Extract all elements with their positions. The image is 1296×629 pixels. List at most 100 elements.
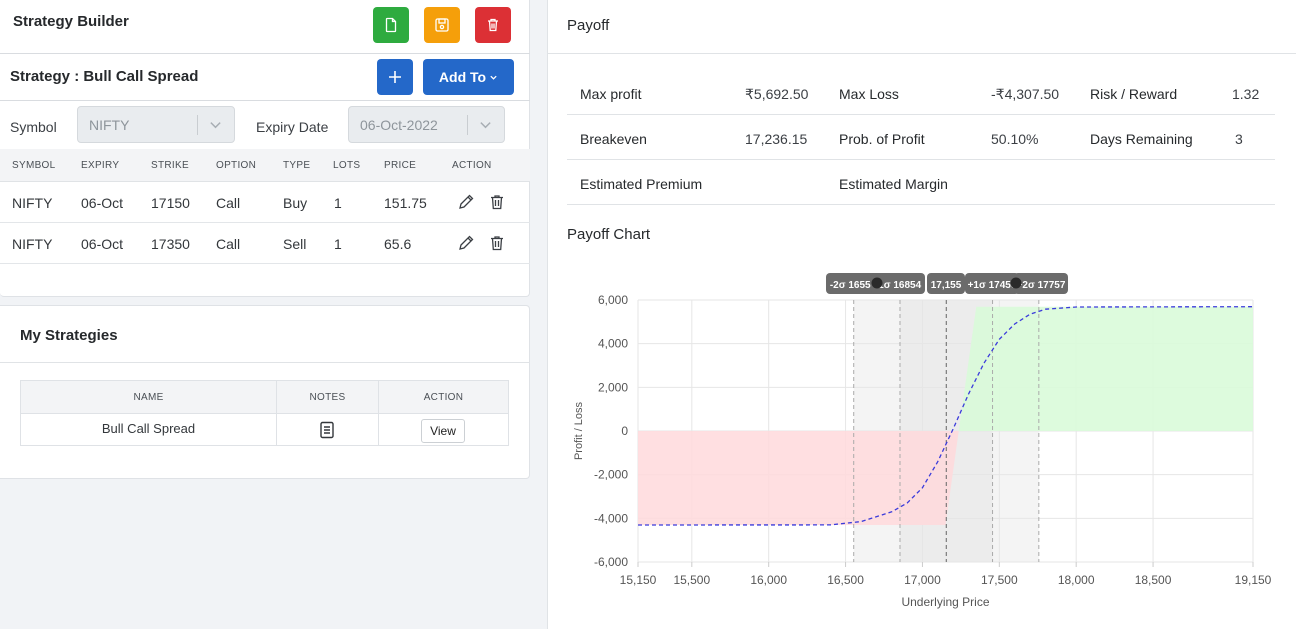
col-expiry: EXPIRY [81, 160, 120, 171]
new-strategy-button[interactable] [373, 7, 409, 43]
sigma-label: 17,155 [931, 280, 962, 291]
cell-lots: 1 [334, 236, 342, 252]
prob-profit-value: 50.10% [991, 131, 1039, 147]
cell-symbol: NIFTY [12, 195, 53, 211]
y-tick-label: -4,000 [594, 511, 628, 525]
loss-area [638, 431, 959, 526]
view-strategy-button[interactable]: View [421, 419, 465, 443]
stat-row: Estimated Premium Estimated Margin [567, 160, 1275, 205]
my-strategies-header: NAME NOTES ACTION [21, 381, 508, 414]
strategy-builder-title: Strategy Builder [13, 13, 129, 30]
x-tick-label: 17,500 [981, 573, 1018, 587]
table-row: NIFTY 06-Oct 17150 Call Buy 1 151.75 [0, 182, 530, 223]
add-to-button[interactable]: Add To [423, 59, 514, 95]
estimated-premium-label: Estimated Premium [580, 176, 703, 192]
y-tick-label: 0 [621, 424, 628, 438]
expiry-select[interactable]: 06-Oct-2022 [348, 106, 505, 143]
expiry-label: Expiry Date [256, 119, 329, 135]
days-remaining-value: 3 [1235, 131, 1243, 147]
breakeven-value: 17,236.15 [745, 131, 808, 147]
x-tick-label: 19,150 [1235, 573, 1272, 587]
chevron-down-icon [210, 122, 221, 129]
symbol-label: Symbol [10, 119, 57, 135]
my-strategies-table: NAME NOTES ACTION Bull Call Spread View [20, 380, 509, 446]
max-loss-label: Max Loss [839, 86, 899, 102]
chevron-down-icon [490, 75, 497, 80]
cell-price: 151.75 [384, 195, 427, 211]
strategy-builder-card: Strategy Builder Strategy : Bull Call Sp… [0, 0, 530, 297]
payoff-panel: Payoff Max profit ₹5,692.50 Max Loss -₹4… [547, 0, 1296, 629]
select-separator [467, 115, 468, 135]
legs-table-header: SYMBOL EXPIRY STRIKE OPTION TYPE LOTS PR… [0, 149, 530, 182]
x-tick-label: 18,500 [1135, 573, 1172, 587]
payoff-chart-title: Payoff Chart [567, 226, 651, 243]
profit-area [958, 306, 1253, 431]
cell-expiry: 06-Oct [81, 236, 124, 252]
max-profit-value: ₹5,692.50 [745, 86, 809, 102]
divider [0, 53, 530, 54]
pencil-icon[interactable] [457, 193, 475, 211]
col-lots: LOTS [333, 160, 361, 171]
y-tick-label: 2,000 [598, 380, 628, 394]
x-tick-label: 16,000 [750, 573, 787, 587]
col-type: TYPE [283, 160, 311, 171]
stat-row: Breakeven 17,236.15 Prob. of Profit 50.1… [567, 115, 1275, 160]
col-notes: NOTES [309, 392, 346, 403]
cell-lots: 1 [334, 195, 342, 211]
column-divider [378, 381, 379, 445]
select-separator [197, 115, 198, 135]
col-option: OPTION [216, 160, 257, 171]
y-tick-label: 6,000 [598, 293, 628, 307]
note-icon[interactable] [319, 421, 335, 439]
x-tick-label: 17,000 [904, 573, 941, 587]
payoff-chart: 15,150 15,500 16,000 16,500 17,000 17,500 18,0… [573, 273, 1272, 609]
cell-type: Buy [283, 195, 308, 211]
strategy-name-cell: Bull Call Spread [101, 421, 196, 436]
cell-option: Call [216, 236, 241, 252]
floppy-icon [435, 18, 449, 32]
delete-strategy-button[interactable] [475, 7, 511, 43]
cell-price: 65.6 [384, 236, 412, 252]
save-strategy-button[interactable] [424, 7, 460, 43]
cell-type: Sell [283, 236, 307, 252]
col-price: PRICE [384, 160, 417, 171]
y-axis-label: Profit / Loss [573, 401, 585, 460]
sigma-label: +2σ 17757 [1017, 280, 1066, 291]
x-tick-label: 15,500 [673, 573, 710, 587]
col-name: NAME [133, 392, 164, 403]
trash-icon[interactable] [488, 234, 506, 252]
cell-option: Call [216, 195, 241, 211]
days-remaining-label: Days Remaining [1090, 131, 1193, 147]
divider [548, 53, 1296, 54]
pencil-icon[interactable] [457, 234, 475, 252]
max-loss-value: -₹4,307.50 [991, 86, 1060, 102]
cell-expiry: 06-Oct [81, 195, 124, 211]
add-to-label: Add To [438, 69, 487, 85]
y-tick-label: 4,000 [598, 337, 628, 351]
y-tick-label: -6,000 [594, 555, 628, 569]
sigma-handle [871, 277, 883, 289]
risk-reward-value: 1.32 [1232, 86, 1260, 102]
my-strategies-card: My Strategies NAME NOTES ACTION Bull Cal… [0, 305, 530, 479]
divider [0, 100, 530, 101]
y-tick-label: -2,000 [594, 468, 628, 482]
file-icon [385, 17, 397, 33]
symbol-select[interactable]: NIFTY [77, 106, 235, 143]
symbol-value: NIFTY [89, 116, 130, 133]
max-profit-label: Max profit [580, 86, 642, 102]
sigma-label: +1σ 17456 [968, 280, 1017, 291]
divider [0, 362, 530, 363]
chevron-down-icon [480, 122, 491, 129]
my-strategies-title: My Strategies [20, 327, 118, 344]
col-symbol: SYMBOL [12, 160, 56, 171]
x-tick-label: 16,500 [827, 573, 864, 587]
payoff-title: Payoff [567, 17, 610, 34]
col-strike: STRIKE [151, 160, 189, 171]
trash-icon[interactable] [488, 193, 506, 211]
strategy-name-title: Strategy : Bull Call Spread [10, 68, 199, 85]
expiry-value: 06-Oct-2022 [360, 116, 438, 133]
x-tick-label: 15,150 [620, 573, 657, 587]
add-leg-button[interactable] [377, 59, 413, 95]
sigma-label: -2σ 16553 [830, 280, 877, 291]
trash-icon [488, 18, 498, 32]
